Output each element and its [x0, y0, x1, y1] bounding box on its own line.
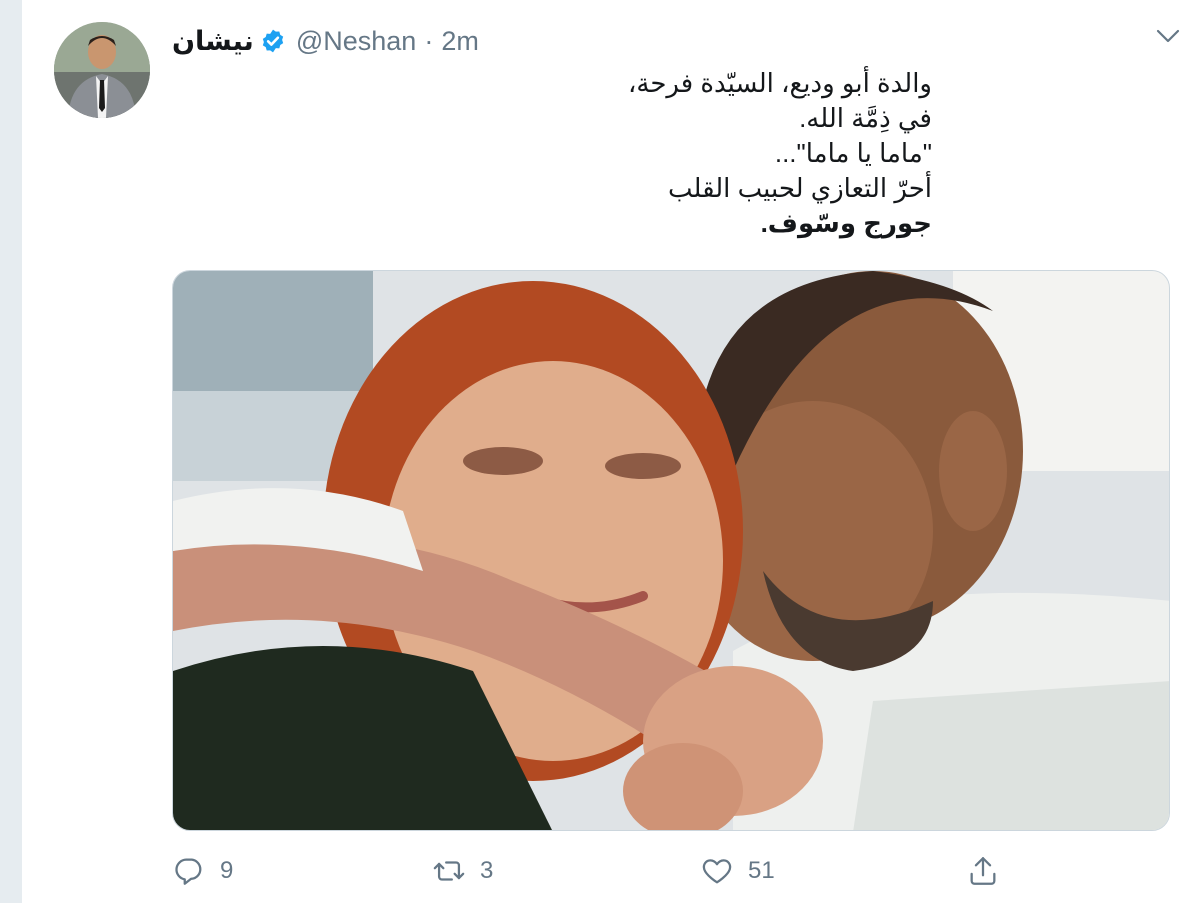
verified-badge-icon — [262, 29, 284, 53]
avatar-image — [54, 22, 150, 118]
tweet-text: والدة أبو وديع، السيّدة فرحة، في ذِمَّة … — [172, 66, 932, 241]
reply-count: 9 — [220, 857, 234, 884]
timestamp[interactable]: 2m — [441, 26, 479, 57]
like-icon — [702, 859, 732, 884]
avatar[interactable] — [54, 22, 150, 118]
handle[interactable]: @Neshan — [296, 26, 416, 57]
photo-image — [173, 271, 1169, 830]
retweet-button[interactable]: 3 — [432, 848, 493, 894]
tweet-text-line: أحرّ التعازي لحبيب القلب — [667, 173, 932, 203]
tweet-actions: 9 3 51 — [172, 848, 1032, 894]
like-button[interactable]: 51 — [700, 848, 775, 894]
share-button[interactable] — [966, 848, 1000, 894]
retweet-count: 3 — [480, 857, 494, 884]
like-count: 51 — [748, 857, 775, 884]
tweet-text-line: والدة أبو وديع، السيّدة فرحة، — [628, 68, 932, 98]
reply-icon — [175, 858, 202, 885]
tweet-header: نيشان @Neshan · 2m — [172, 24, 479, 58]
tweet-text-line: جورج وسّوف. — [760, 208, 932, 238]
reply-button[interactable]: 9 — [172, 848, 233, 894]
display-name[interactable]: نيشان — [172, 26, 254, 57]
tweet-photo[interactable] — [172, 270, 1170, 831]
tweet-text-line: في ذِمَّة الله. — [799, 103, 932, 133]
share-icon — [970, 857, 996, 885]
tweet-card[interactable]: نيشان @Neshan · 2m والدة أبو وديع، السيّ… — [22, 0, 1200, 903]
retweet-icon — [433, 861, 465, 881]
chevron-down-icon[interactable] — [1154, 26, 1182, 46]
tweet-text-line: "ماما يا ماما"... — [774, 138, 932, 168]
separator-dot: · — [424, 25, 434, 56]
